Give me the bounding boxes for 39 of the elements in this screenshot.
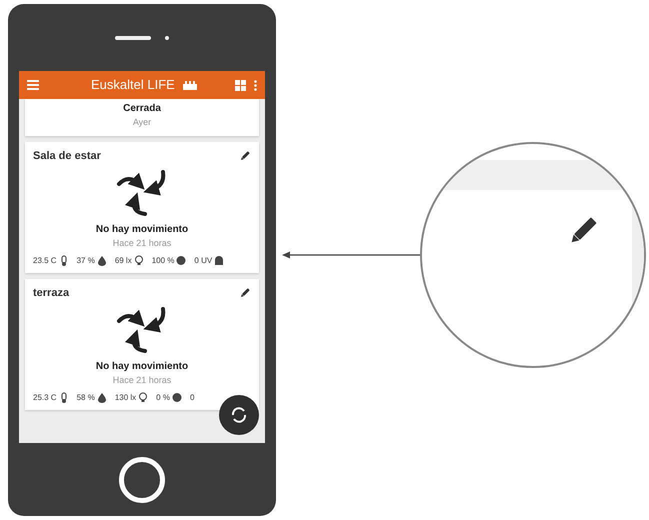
pencil-icon[interactable] xyxy=(239,286,251,299)
card-title: Sala de estar xyxy=(33,148,101,164)
light-icon xyxy=(138,392,148,403)
temperature-icon xyxy=(58,392,69,403)
status-text: No hay movimiento xyxy=(94,223,190,237)
bars-icon[interactable] xyxy=(182,80,197,90)
refresh-icon xyxy=(230,406,248,424)
grid-icon[interactable] xyxy=(235,80,246,90)
camera-dot xyxy=(165,36,169,40)
status-text: No hay movimiento xyxy=(94,360,190,374)
sensor-reading: 37 % xyxy=(76,254,95,266)
time-text: Ayer xyxy=(132,116,152,129)
sensor-reading: 0 % xyxy=(156,392,170,404)
sensor-reading: 130 lx xyxy=(114,392,136,404)
sensor-reading: 58 % xyxy=(76,392,95,404)
battery-icon xyxy=(172,392,182,403)
app-title: Euskaltel LIFE xyxy=(91,76,175,94)
humidity-icon xyxy=(96,392,107,403)
sensor-reading: 0 xyxy=(190,392,194,404)
refresh-button[interactable] xyxy=(219,395,259,435)
pencil-icon[interactable] xyxy=(239,150,251,162)
sensor-reading: 25.3 C xyxy=(33,392,57,404)
light-icon xyxy=(134,255,144,266)
uv-icon xyxy=(214,255,224,266)
more-icon[interactable] xyxy=(254,80,257,90)
time-text: Hace 21 horas xyxy=(112,374,172,387)
speaker-grille xyxy=(115,36,151,40)
sensor-reading: 23.5 C xyxy=(33,254,57,266)
card-title: terraza xyxy=(33,286,70,300)
home-button[interactable] xyxy=(119,456,165,502)
status-text: Cerrada xyxy=(122,102,162,116)
sensor-reading: 0 UV xyxy=(194,254,212,266)
battery-icon xyxy=(176,255,186,266)
sensor-reading: 69 lx xyxy=(114,254,132,266)
temperature-icon xyxy=(58,255,69,266)
menu-icon[interactable] xyxy=(27,80,39,90)
humidity-icon xyxy=(96,255,107,266)
time-text: Hace 21 horas xyxy=(112,237,172,250)
sensor-reading: 100 % xyxy=(152,254,174,266)
